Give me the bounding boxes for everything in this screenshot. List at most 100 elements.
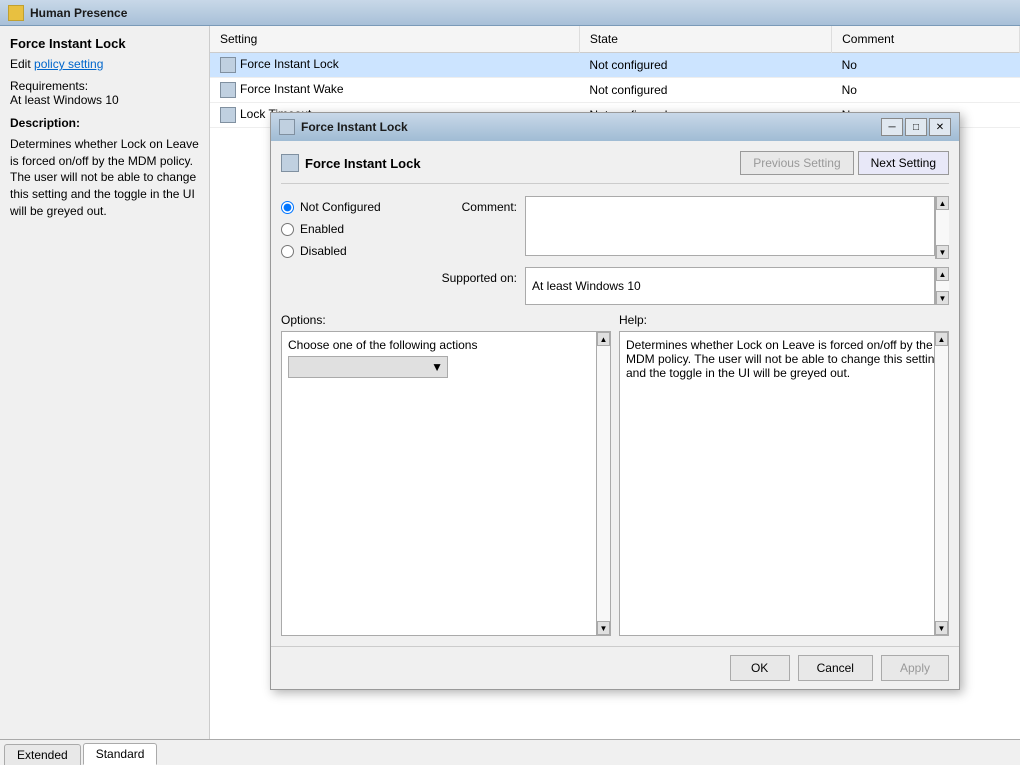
options-scroll-up[interactable]: ▲	[597, 332, 610, 346]
radio-disabled-label: Disabled	[300, 244, 347, 258]
row-icon	[220, 107, 236, 123]
options-scroll-down[interactable]: ▼	[597, 621, 610, 635]
modal-maximize-button[interactable]: □	[905, 118, 927, 136]
help-label: Help:	[619, 313, 949, 327]
help-section: Help: Determines whether Lock on Leave i…	[619, 313, 949, 636]
requirements-value: At least Windows 10	[10, 93, 199, 107]
tab-extended[interactable]: Extended	[4, 744, 81, 765]
prev-setting-button[interactable]: Previous Setting	[740, 151, 853, 175]
description-label: Description:	[10, 115, 199, 132]
modal-title-bar: Force Instant Lock ─ □ ✕	[271, 113, 959, 141]
modal-close-button[interactable]: ✕	[929, 118, 951, 136]
supported-scroll-track	[936, 281, 949, 291]
help-scroll-down[interactable]: ▼	[935, 621, 948, 635]
options-section: Options: Choose one of the following act…	[281, 313, 611, 636]
options-dropdown-area: ▼	[288, 356, 604, 378]
radio-group: Not Configured Enabled Disabled	[281, 196, 411, 305]
modal-chrome-buttons: ─ □ ✕	[881, 118, 951, 136]
radio-not-configured-label: Not Configured	[300, 200, 381, 214]
table-row[interactable]: Force Instant WakeNot configuredNo	[210, 78, 1020, 103]
comment-scrollbar: ▲ ▼	[935, 196, 949, 259]
modal-title-text: Force Instant Lock	[301, 120, 408, 134]
modal-nav-buttons: Previous Setting Next Setting	[740, 151, 949, 175]
scrollbar-track	[936, 210, 949, 245]
col-comment: Comment	[832, 26, 1020, 53]
app-icon	[8, 5, 24, 21]
radio-not-configured: Not Configured	[281, 200, 411, 214]
comment-field-container: ▲ ▼	[525, 196, 949, 259]
modal-setting-icon	[281, 154, 299, 172]
help-scroll-track	[935, 346, 948, 621]
modal-title-left: Force Instant Lock	[279, 119, 408, 135]
modal-setting-title: Force Instant Lock	[281, 154, 421, 172]
col-state: State	[579, 26, 831, 53]
supported-scroll-up[interactable]: ▲	[936, 267, 949, 281]
next-setting-button[interactable]: Next Setting	[858, 151, 949, 175]
modal-dialog: Force Instant Lock ─ □ ✕ Force Instant L…	[270, 112, 960, 690]
supported-value: At least Windows 10	[532, 279, 641, 293]
supported-scroll-down[interactable]: ▼	[936, 291, 949, 305]
comment-row: Comment: ▲ ▼	[427, 196, 949, 259]
modal-footer: OK Cancel Apply	[271, 646, 959, 689]
description-section: Description: Determines whether Lock on …	[10, 115, 199, 220]
col-setting: Setting	[210, 26, 579, 53]
modal-minimize-button[interactable]: ─	[881, 118, 903, 136]
supported-scrollbar: ▲ ▼	[935, 267, 949, 305]
comment-label: Comment:	[427, 196, 517, 214]
radio-not-configured-input[interactable]	[281, 201, 294, 214]
tab-standard[interactable]: Standard	[83, 743, 158, 765]
options-box: Choose one of the following actions ▼ ▲ …	[281, 331, 611, 636]
cell-setting-name: Force Instant Lock	[210, 53, 579, 78]
options-scroll-track	[597, 346, 610, 621]
modal-form: Not Configured Enabled Disabled Comment:	[281, 196, 949, 305]
radio-enabled: Enabled	[281, 222, 411, 236]
options-scrollbar: ▲ ▼	[596, 332, 610, 635]
cell-state: Not configured	[579, 53, 831, 78]
scrollbar-down[interactable]: ▼	[936, 245, 949, 259]
help-text: Determines whether Lock on Leave is forc…	[626, 338, 941, 380]
requirements-section: Requirements: At least Windows 10	[10, 79, 199, 107]
tabs-bar: Extended Standard	[0, 739, 1020, 765]
edit-row: Edit policy setting	[10, 57, 199, 71]
row-icon	[220, 57, 236, 73]
modal-body: Force Instant Lock Previous Setting Next…	[271, 141, 959, 646]
right-fields: Comment: ▲ ▼ Supported on:	[427, 196, 949, 305]
options-placeholder-text: Choose one of the following actions	[288, 338, 477, 352]
left-panel-heading: Force Instant Lock	[10, 36, 199, 51]
modal-icon	[279, 119, 295, 135]
apply-button[interactable]: Apply	[881, 655, 949, 681]
cell-setting-name: Force Instant Wake	[210, 78, 579, 103]
ok-button[interactable]: OK	[730, 655, 790, 681]
radio-enabled-input[interactable]	[281, 223, 294, 236]
table-header-row: Setting State Comment	[210, 26, 1020, 53]
options-help-row: Options: Choose one of the following act…	[281, 313, 949, 636]
radio-disabled-input[interactable]	[281, 245, 294, 258]
table-row[interactable]: Force Instant LockNot configuredNo	[210, 53, 1020, 78]
help-scrollbar: ▲ ▼	[934, 332, 948, 635]
app-title: Human Presence	[30, 6, 127, 20]
edit-prefix: Edit	[10, 57, 34, 71]
modal-setting-row: Force Instant Lock Previous Setting Next…	[281, 151, 949, 184]
supported-label: Supported on:	[427, 267, 517, 285]
options-label: Options:	[281, 313, 611, 327]
supported-value-box: At least Windows 10	[525, 267, 935, 305]
cancel-button[interactable]: Cancel	[798, 655, 873, 681]
radio-enabled-label: Enabled	[300, 222, 344, 236]
comment-textarea[interactable]	[525, 196, 935, 256]
left-panel: Force Instant Lock Edit policy setting R…	[0, 26, 210, 739]
title-bar: Human Presence	[0, 0, 1020, 26]
supported-field-container: At least Windows 10 ▲ ▼	[525, 267, 949, 305]
modal-setting-name: Force Instant Lock	[305, 156, 421, 171]
help-scroll-up[interactable]: ▲	[935, 332, 948, 346]
scrollbar-up[interactable]: ▲	[936, 196, 949, 210]
cell-state: Not configured	[579, 78, 831, 103]
dropdown-arrow: ▼	[431, 360, 443, 374]
edit-policy-link[interactable]: policy setting	[34, 57, 103, 71]
supported-row: Supported on: At least Windows 10 ▲ ▼	[427, 267, 949, 305]
description-text: Determines whether Lock on Leave is forc…	[10, 136, 199, 220]
radio-disabled: Disabled	[281, 244, 411, 258]
options-dropdown[interactable]: ▼	[288, 356, 448, 378]
requirements-label: Requirements:	[10, 79, 199, 93]
row-icon	[220, 82, 236, 98]
help-box: Determines whether Lock on Leave is forc…	[619, 331, 949, 636]
